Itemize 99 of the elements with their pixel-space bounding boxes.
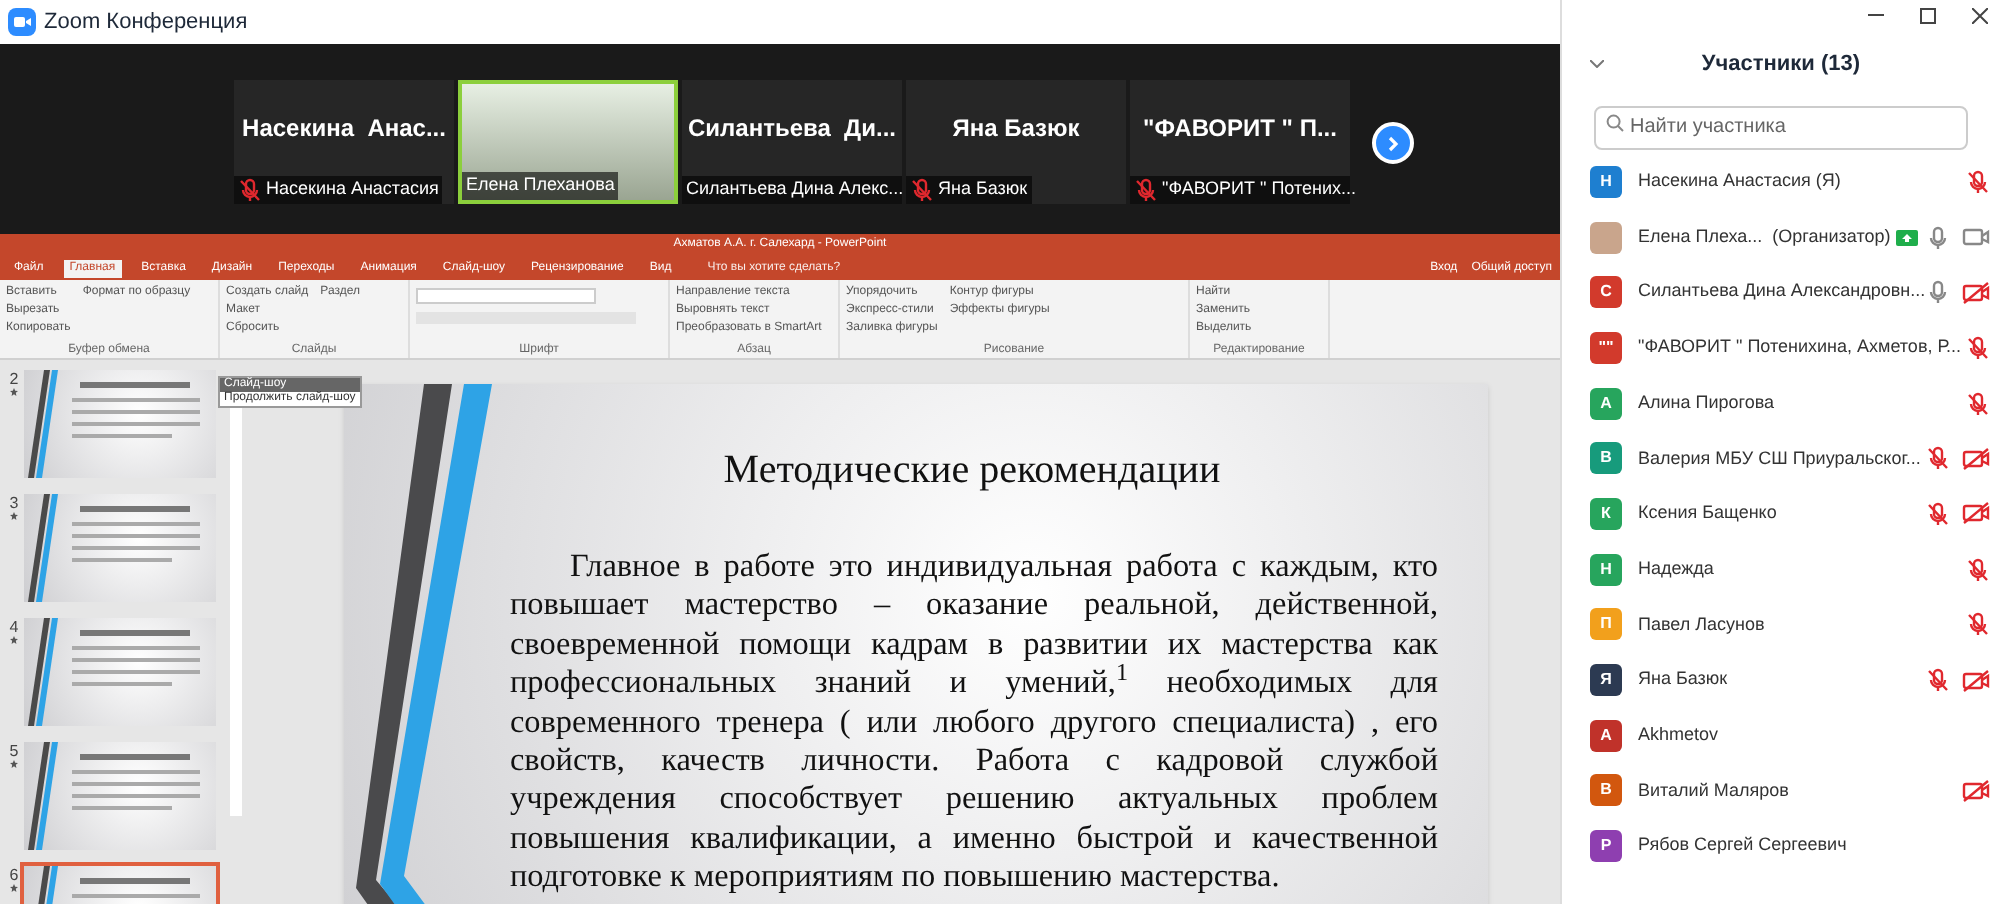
participant-name: Виталий Маляров bbox=[1638, 777, 1789, 804]
muted-microphone-icon[interactable] bbox=[1966, 612, 1990, 637]
avatar: В bbox=[1590, 774, 1622, 807]
muted-microphone-icon[interactable] bbox=[1966, 391, 1990, 416]
video-off-icon[interactable] bbox=[1962, 445, 1990, 472]
participant-row[interactable]: A Akhmetov bbox=[1562, 707, 2000, 764]
muted-microphone-icon[interactable] bbox=[1966, 557, 1990, 582]
name-label: Яна Базюк bbox=[906, 176, 1032, 204]
microphone-icon[interactable] bbox=[1926, 225, 1950, 250]
participant-row[interactable]: К Ксения Бащенко bbox=[1562, 486, 2000, 542]
slide-number: 4 bbox=[9, 618, 19, 636]
transition-star-icon bbox=[10, 512, 18, 520]
close-icon[interactable] bbox=[1972, 8, 1988, 24]
slide-thumbnail[interactable] bbox=[24, 618, 216, 726]
participant-name: Насекина Анас... bbox=[242, 112, 446, 146]
video-off-icon[interactable] bbox=[1962, 279, 1990, 306]
avatar: Я bbox=[1590, 664, 1622, 697]
transition-star-icon bbox=[10, 388, 18, 396]
name-label: Силантьева Дина Алекс... bbox=[682, 176, 902, 204]
name-label: Елена Плеханова bbox=[462, 172, 619, 200]
participant-name: Яна Базюк bbox=[952, 112, 1080, 146]
microphone-icon[interactable] bbox=[1926, 280, 1950, 305]
transition-star-icon bbox=[10, 760, 18, 768]
avatar: Н bbox=[1590, 165, 1622, 198]
collapse-chevron-icon[interactable] bbox=[1590, 60, 1604, 68]
avatar: A bbox=[1590, 719, 1622, 752]
participant-tile[interactable]: "ФАВОРИТ " П... "ФАВОРИТ " Потених... bbox=[1130, 80, 1350, 204]
participant-row[interactable]: Елена Плеха... (Организатор) bbox=[1562, 209, 2000, 265]
participant-tile[interactable]: Яна Базюк Яна Базюк bbox=[906, 80, 1126, 204]
slide-thumbnail[interactable] bbox=[24, 742, 216, 850]
app-logo-icon bbox=[8, 8, 36, 36]
participants-title: Участники (13) bbox=[1699, 49, 1863, 80]
participant-name: Елена Плеха... (Организатор) bbox=[1638, 223, 1891, 250]
participant-name: Ксения Бащенко bbox=[1638, 500, 1777, 527]
video-off-icon[interactable] bbox=[1962, 500, 1990, 527]
slide-number: 6 bbox=[9, 866, 19, 884]
participant-tile[interactable]: Елена Плеханова bbox=[458, 80, 678, 204]
muted-microphone-icon[interactable] bbox=[1134, 178, 1158, 202]
name-label: Насекина Анастасия bbox=[234, 176, 443, 204]
maximize-icon[interactable] bbox=[1920, 8, 1936, 24]
minimize-icon[interactable] bbox=[1868, 14, 1884, 18]
slide-number: 5 bbox=[9, 742, 19, 760]
participant-name: Насекина Анастасия (Я) bbox=[1638, 168, 1841, 195]
participant-row[interactable]: Р Рябов Сергей Сергеевич bbox=[1562, 818, 2000, 874]
participant-name: Силантьева Дина Александровн... bbox=[1638, 278, 1926, 305]
participant-row[interactable]: С Силантьева Дина Александровн... bbox=[1562, 264, 2000, 321]
avatar: "" bbox=[1590, 331, 1622, 364]
avatar: Н bbox=[1590, 553, 1622, 586]
participant-name: "ФАВОРИТ " П... bbox=[1143, 112, 1337, 146]
participant-row[interactable]: Н Насекина Анастасия (Я) bbox=[1562, 154, 2000, 210]
participant-name: Надежда bbox=[1638, 555, 1714, 582]
video-camera-icon[interactable] bbox=[1962, 224, 1990, 251]
muted-microphone-icon[interactable] bbox=[1966, 169, 1990, 194]
participant-row[interactable]: А Алина Пирогова bbox=[1562, 375, 2000, 431]
slide-number: 2 bbox=[9, 370, 19, 388]
participant-row[interactable]: В Виталий Маляров bbox=[1562, 763, 2000, 819]
avatar: А bbox=[1590, 387, 1622, 420]
avatar: П bbox=[1590, 608, 1622, 641]
participant-row[interactable]: Н Надежда bbox=[1562, 541, 2000, 597]
participant-name: Рябов Сергей Сергеевич bbox=[1638, 832, 1847, 859]
next-page-button[interactable] bbox=[1372, 122, 1414, 164]
muted-microphone-icon[interactable] bbox=[1926, 501, 1950, 526]
search-icon bbox=[1606, 114, 1624, 132]
search-field[interactable]: Найти участника bbox=[1594, 105, 1968, 149]
participant-tile[interactable]: Силантьева Ди... Силантьева Дина Алекс... bbox=[682, 80, 902, 204]
name-label: "ФАВОРИТ " Потених... bbox=[1130, 176, 1350, 204]
avatar: В bbox=[1590, 442, 1622, 475]
window-title: Zoom Конференция bbox=[44, 7, 248, 38]
participant-row[interactable]: "" "ФАВОРИТ " Потенихина, Ахметов, Р... bbox=[1562, 320, 2000, 376]
font-field[interactable] bbox=[416, 288, 596, 304]
chevron-right-icon bbox=[1386, 135, 1400, 151]
participant-name: "ФАВОРИТ " Потенихина, Ахметов, Р... bbox=[1638, 334, 1962, 361]
participant-name: Силантьева Ди... bbox=[687, 112, 896, 146]
participant-name: Яна Базюк bbox=[1638, 666, 1728, 693]
slide-number: 3 bbox=[9, 494, 19, 512]
transition-star-icon bbox=[10, 884, 18, 892]
participant-name: Akhmetov bbox=[1638, 721, 1719, 748]
muted-microphone-icon[interactable] bbox=[1966, 335, 1990, 360]
participant-name: Валерия МБУ СШ Приуральског... bbox=[1638, 445, 1921, 472]
participant-row[interactable]: П Павел Ласунов bbox=[1562, 597, 2000, 653]
transition-star-icon bbox=[10, 636, 18, 644]
slide-thumbnail[interactable] bbox=[24, 494, 216, 602]
slide-body-text: Главное в работе это индивидуальная работа с каждым, кто повышает мастерство – оказание реальной, действенной, своевременной помощи кадрам в развитии их мастерства как профессиональных знаний и умений,$^{1}$ необходимых для современного тренера ( или любого другого специалиста) , его свойств, качеств личности. Работа с кадровой службой учреждения способствует решению актуальных проблем повышения квалификации, а именно быстрой и качественной подготовке к мероприятиям по повышению мастерства. bbox=[510, 548, 1438, 898]
muted-microphone-icon[interactable] bbox=[238, 178, 262, 202]
muted-microphone-icon[interactable] bbox=[1926, 668, 1950, 693]
slide-thumbnail[interactable] bbox=[24, 370, 216, 478]
avatar: К bbox=[1590, 497, 1622, 530]
slide-title: Методические рекомендации bbox=[721, 446, 1223, 496]
video-off-icon[interactable] bbox=[1962, 777, 1990, 804]
avatar: С bbox=[1590, 276, 1622, 309]
avatar: Р bbox=[1590, 830, 1622, 863]
participant-name: Алина Пирогова bbox=[1638, 389, 1775, 416]
participant-row[interactable]: Я Яна Базюк bbox=[1562, 652, 2000, 708]
participant-row[interactable]: В Валерия МБУ СШ Приуральског... bbox=[1562, 430, 2000, 487]
video-off-icon[interactable] bbox=[1962, 667, 1990, 694]
muted-microphone-icon[interactable] bbox=[910, 178, 934, 202]
participant-name: Павел Ласунов bbox=[1638, 611, 1765, 638]
participant-tile[interactable]: Насекина Анас... Насекина Анастасия bbox=[234, 80, 454, 204]
muted-microphone-icon[interactable] bbox=[1926, 446, 1950, 471]
